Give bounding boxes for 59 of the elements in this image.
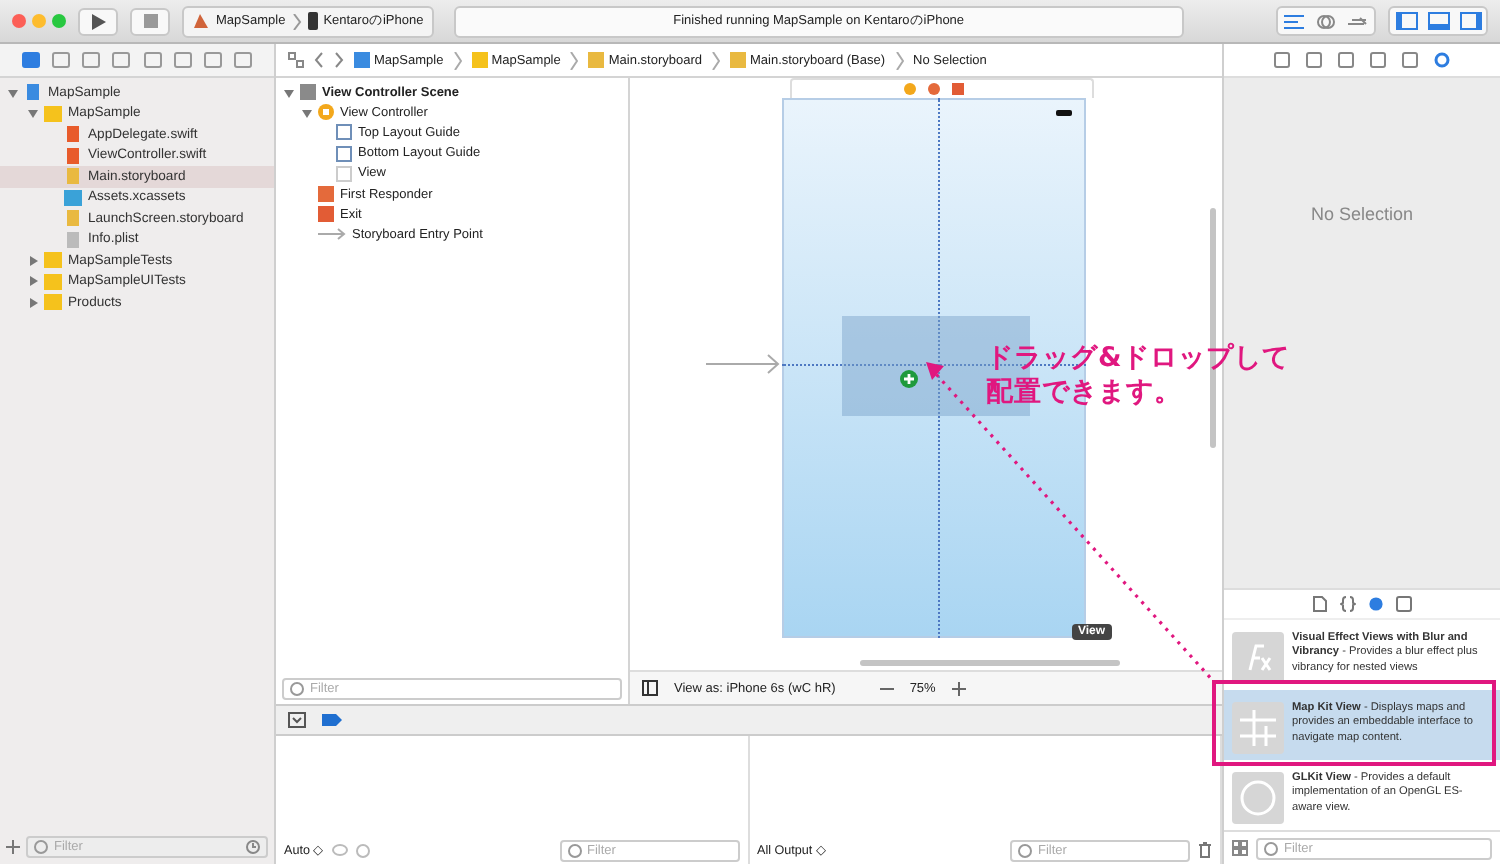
utilities-toggle[interactable] [1454, 8, 1486, 34]
play-icon [90, 13, 106, 29]
library-item-icon [1232, 632, 1284, 684]
file-icon [729, 52, 746, 68]
chevron-icon [453, 51, 462, 69]
file-icon [588, 52, 605, 68]
scrollbar[interactable] [860, 660, 1120, 666]
info-icon[interactable] [355, 843, 370, 857]
grid-icon[interactable] [1232, 840, 1248, 856]
chevron-icon [895, 51, 904, 69]
eye-icon[interactable] [331, 844, 348, 856]
file-icon [354, 52, 370, 68]
clock-icon[interactable] [246, 839, 260, 853]
grid-icon[interactable] [288, 52, 304, 68]
chevron-icon [570, 51, 579, 69]
arrows-icon [1348, 13, 1368, 29]
zoom-in-icon[interactable] [951, 681, 966, 695]
add-icon [900, 370, 918, 388]
library-tab-icon[interactable] [1340, 596, 1356, 612]
annotation-text: ドラッグ&ドロップして 配置できます。 [986, 342, 1290, 410]
stop-icon [143, 14, 157, 28]
library-tab-icon[interactable] [1368, 596, 1384, 612]
entry-arrow [706, 354, 782, 374]
filter-icon [567, 843, 581, 857]
hide-debug-icon[interactable] [288, 712, 306, 728]
back-icon[interactable] [314, 52, 324, 68]
object-icon [300, 84, 316, 101]
breakpoint-icon[interactable] [322, 714, 342, 726]
filter-icon [34, 839, 48, 853]
run-button[interactable] [78, 7, 118, 35]
chevron-icon [711, 51, 720, 69]
trash-icon[interactable] [1198, 842, 1212, 858]
lines-icon [1284, 13, 1304, 29]
library-item-icon [1232, 702, 1284, 754]
library-tab-icon[interactable] [1312, 596, 1328, 612]
debug-toggle[interactable] [1422, 8, 1454, 34]
battery-icon [1056, 110, 1072, 115]
right-panel-icon [1459, 12, 1481, 30]
phone-icon [307, 12, 318, 30]
filter-icon [1264, 841, 1278, 855]
library-item-icon [1232, 772, 1284, 824]
filter-icon [1018, 843, 1032, 857]
hammer-icon [192, 12, 210, 30]
sidebar-icon[interactable] [642, 680, 658, 696]
chevron-icon [291, 13, 302, 29]
inspector-message: No Selection [1310, 203, 1414, 223]
left-panel-icon [1395, 12, 1417, 30]
circle-icon [318, 104, 334, 121]
rings-icon [1316, 13, 1336, 29]
forward-icon[interactable] [334, 52, 344, 68]
close-icon[interactable] [12, 14, 26, 28]
bottom-panel-icon [1427, 12, 1449, 30]
stop-button[interactable] [130, 7, 170, 35]
arrow-icon [318, 228, 346, 241]
file-icon [471, 52, 488, 68]
filter-icon [290, 681, 304, 695]
zoom-icon[interactable] [52, 14, 66, 28]
add-icon[interactable] [6, 839, 20, 853]
library-tab-icon[interactable] [1396, 596, 1412, 612]
